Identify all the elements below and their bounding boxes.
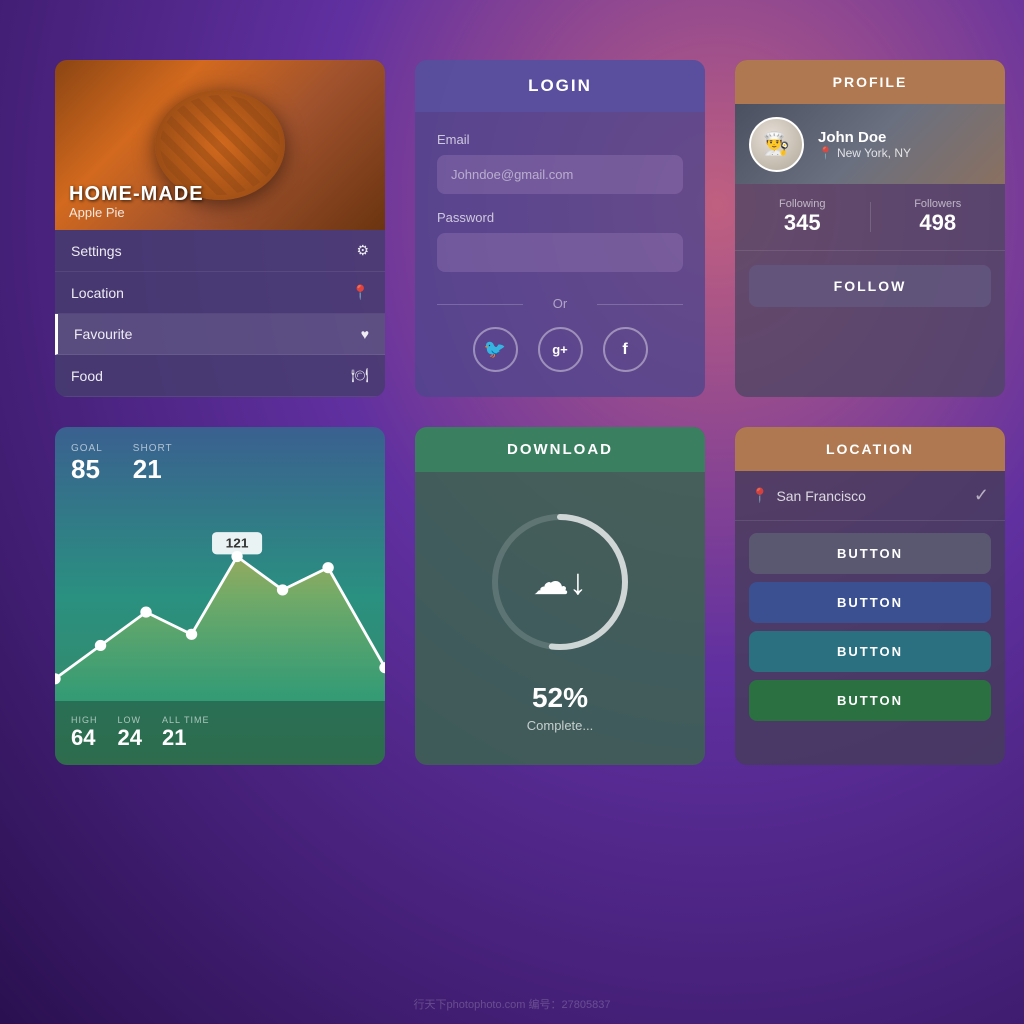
- download-complete-text: Complete...: [527, 718, 593, 733]
- login-body: Email Password Or 🐦 g+ f: [415, 112, 705, 392]
- profile-header: PROFILE: [735, 60, 1005, 104]
- google-button[interactable]: g+: [538, 327, 583, 372]
- social-row: 🐦 g+ f: [437, 327, 683, 372]
- gear-icon: ⚙: [356, 242, 369, 259]
- location-row: 📍 San Francisco ✓: [735, 471, 1005, 521]
- watermark: 行天下photophoto.com 编号：27805837: [414, 996, 611, 1012]
- location-card: LOCATION 📍 San Francisco ✓ BUTTON BUTTON…: [735, 427, 1005, 765]
- login-header: LOGIN: [415, 60, 705, 112]
- high-stat: HIGH 64: [71, 715, 98, 751]
- goal-value: 85: [71, 454, 103, 485]
- login-title: LOGIN: [431, 76, 689, 96]
- button-blue[interactable]: BUTTON: [749, 582, 991, 623]
- location-title: LOCATION: [751, 441, 989, 457]
- following-stat: Following 345: [735, 198, 870, 236]
- menu-label-location: Location: [71, 285, 124, 301]
- followers-count: 498: [919, 210, 956, 235]
- download-card: DOWNLOAD ☁↓ 52% Complete...: [415, 427, 705, 765]
- download-percent: 52%: [532, 682, 588, 714]
- low-stat: LOW 24: [118, 715, 142, 751]
- twitter-button[interactable]: 🐦: [473, 327, 518, 372]
- chart-stats-bottom: HIGH 64 LOW 24 ALL TIME 21: [55, 701, 385, 765]
- twitter-icon: 🐦: [484, 339, 506, 360]
- profile-title: PROFILE: [751, 74, 989, 90]
- high-value: 64: [71, 725, 98, 751]
- chart-stats-top: GOAL 85 SHORT 21: [55, 427, 385, 501]
- food-text-overlay: HOME-MADE Apple Pie: [69, 183, 204, 220]
- chart-area: 121: [55, 501, 385, 701]
- facebook-icon: f: [622, 341, 627, 359]
- password-label: Password: [437, 210, 683, 225]
- button-gray[interactable]: BUTTON: [749, 533, 991, 574]
- low-value: 24: [118, 725, 142, 751]
- food-icon: 🍽: [351, 367, 369, 384]
- menu-item-settings[interactable]: Settings ⚙: [55, 230, 385, 272]
- menu-item-location[interactable]: Location 📍: [55, 272, 385, 314]
- download-header: DOWNLOAD: [415, 427, 705, 472]
- check-icon: ✓: [974, 485, 989, 506]
- email-input[interactable]: [437, 155, 683, 194]
- cloud-download-icon: ☁↓: [533, 561, 587, 603]
- all-time-label: ALL TIME: [162, 715, 210, 725]
- profile-banner: 👨‍🍳 John Doe 📍 New York, NY: [735, 104, 1005, 184]
- followers-stat: Followers 498: [871, 198, 1006, 236]
- menu-label-food: Food: [71, 368, 103, 384]
- high-label: HIGH: [71, 715, 98, 725]
- following-count: 345: [784, 210, 821, 235]
- or-divider: Or: [437, 296, 683, 311]
- profile-info: John Doe 📍 New York, NY: [818, 129, 911, 160]
- chart-card: GOAL 85 SHORT 21: [55, 427, 385, 765]
- button-green[interactable]: BUTTON: [749, 680, 991, 721]
- all-time-value: 21: [162, 725, 210, 751]
- user-location: 📍 New York, NY: [818, 146, 911, 160]
- location-icon: 📍: [352, 284, 369, 301]
- download-body: ☁↓ 52% Complete...: [415, 472, 705, 763]
- menu-label-favourite: Favourite: [74, 326, 132, 342]
- goal-label: GOAL: [71, 443, 103, 454]
- goal-stat: GOAL 85: [71, 443, 103, 485]
- map-pin-icon: 📍: [818, 146, 833, 160]
- follow-button[interactable]: FOLLOW: [749, 265, 991, 307]
- location-text: 📍 San Francisco: [751, 487, 866, 504]
- food-subtitle: Apple Pie: [69, 205, 204, 220]
- menu-label-settings: Settings: [71, 243, 122, 259]
- all-time-stat: ALL TIME 21: [162, 715, 210, 751]
- svg-text:121: 121: [226, 536, 249, 551]
- followers-label: Followers: [871, 198, 1006, 210]
- email-label: Email: [437, 132, 683, 147]
- menu-item-food[interactable]: Food 🍽: [55, 355, 385, 397]
- avatar: 👨‍🍳: [749, 117, 804, 172]
- food-image: HOME-MADE Apple Pie: [55, 60, 385, 230]
- progress-ring-container: ☁↓: [480, 502, 640, 662]
- heart-icon: ♥: [361, 326, 369, 342]
- download-title: DOWNLOAD: [431, 441, 689, 458]
- menu-item-favourite[interactable]: Favourite ♥: [55, 314, 385, 355]
- location-header: LOCATION: [735, 427, 1005, 471]
- button-list: BUTTON BUTTON BUTTON BUTTON: [735, 521, 1005, 733]
- city-name: San Francisco: [776, 488, 865, 504]
- password-input[interactable]: [437, 233, 683, 272]
- login-card: LOGIN Email Password Or 🐦 g+ f: [415, 60, 705, 397]
- food-card: HOME-MADE Apple Pie Settings ⚙ Location …: [55, 60, 385, 397]
- low-label: LOW: [118, 715, 142, 725]
- short-value: 21: [133, 454, 173, 485]
- google-icon: g+: [552, 342, 568, 357]
- short-label: SHORT: [133, 443, 173, 454]
- location-pin-icon: 📍: [751, 487, 768, 504]
- profile-card: PROFILE 👨‍🍳 John Doe 📍 New York, NY Foll…: [735, 60, 1005, 397]
- chart-svg: 121: [55, 501, 385, 701]
- following-label: Following: [735, 198, 870, 210]
- user-name: John Doe: [818, 129, 911, 146]
- button-teal[interactable]: BUTTON: [749, 631, 991, 672]
- food-title: HOME-MADE: [69, 183, 204, 205]
- short-stat: SHORT 21: [133, 443, 173, 485]
- city-text: New York, NY: [837, 146, 911, 160]
- facebook-button[interactable]: f: [603, 327, 648, 372]
- stats-row: Following 345 Followers 498: [735, 184, 1005, 251]
